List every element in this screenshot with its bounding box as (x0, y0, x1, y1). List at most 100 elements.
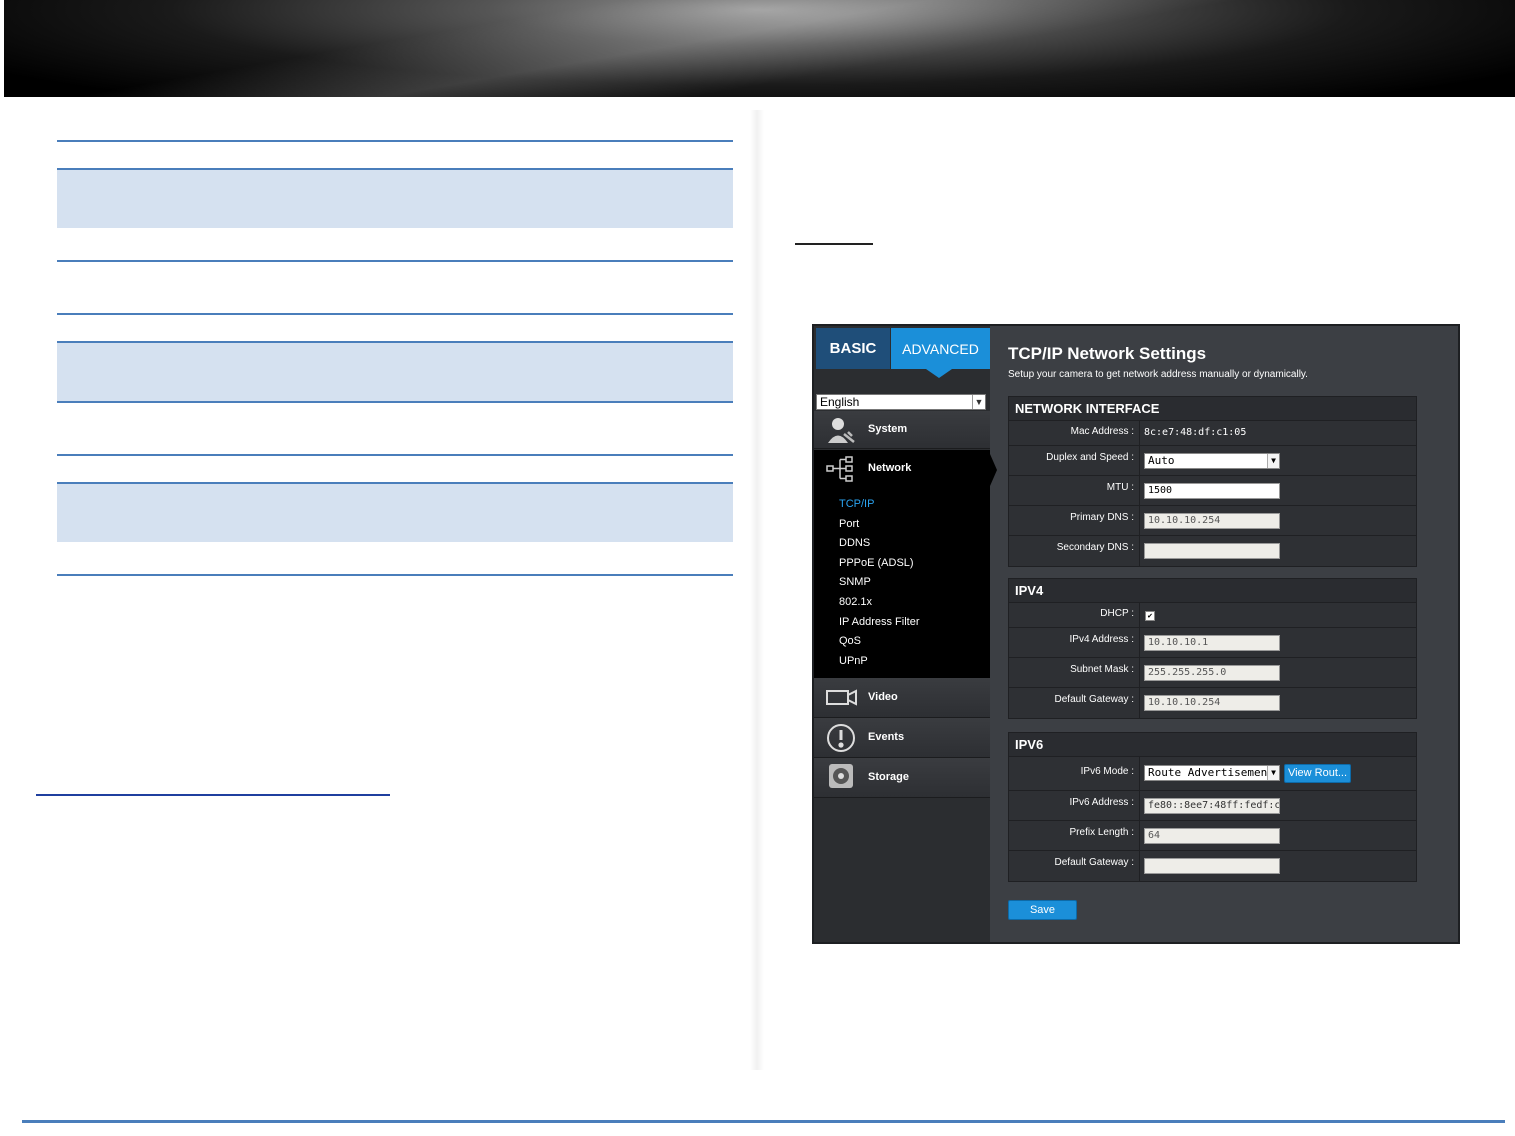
heading-underline (795, 243, 873, 245)
form-row: IPv6 Mode : Route Advertisement ▼ View Ro… (1009, 757, 1416, 791)
form-row: MTU : 1500 (1009, 476, 1416, 506)
field-label: Primary DNS : (1009, 506, 1140, 535)
sidebar-item-label: Storage (868, 771, 909, 783)
ipv6-mode-select[interactable]: Route Advertisement ▼ (1144, 765, 1280, 781)
table-row-shaded (57, 170, 733, 228)
prefix-length-input[interactable]: 64 (1144, 828, 1280, 844)
subitem-pppoe[interactable]: PPPoE (ADSL) (839, 557, 914, 569)
page-subtitle: Setup your camera to get network address… (1008, 369, 1308, 380)
sidebar-item-storage[interactable]: Storage (814, 758, 990, 798)
sidebar-item-events[interactable]: Events (814, 718, 990, 758)
field-label: Mac Address : (1009, 421, 1140, 445)
view-routes-button[interactable]: View Rout... (1284, 764, 1351, 783)
alert-icon (826, 723, 856, 752)
camera-ui-screenshot: BASIC ADVANCED English ▼ System Network … (812, 324, 1460, 944)
ipv6-section: IPV6 IPv6 Mode : Route Advertisement ▼ Vi… (1008, 732, 1417, 882)
form-row: Mac Address : 8c:e7:48:df:c1:05 (1009, 421, 1416, 446)
ipv4-gateway-input[interactable]: 10.10.10.254 (1144, 695, 1280, 711)
ipv4-address-input[interactable]: 10.10.10.1 (1144, 635, 1280, 651)
table-rule (57, 401, 733, 403)
field-label: IPv6 Mode : (1009, 757, 1140, 790)
table-row-shaded (57, 343, 733, 401)
video-camera-icon (826, 683, 857, 711)
system-admin-icon (826, 416, 856, 444)
mtu-input[interactable]: 1500 (1144, 483, 1280, 499)
network-tree-icon (826, 455, 856, 483)
form-row: IPv4 Address : 10.10.10.1 (1009, 628, 1416, 658)
field-label: Prefix Length : (1009, 821, 1140, 850)
form-row: Prefix Length : 64 (1009, 821, 1416, 851)
language-select[interactable]: English ▼ (816, 394, 986, 410)
table-rule (57, 140, 733, 142)
mac-address-value: 8c:e7:48:df:c1:05 (1144, 427, 1247, 438)
footer-rule (22, 1120, 1505, 1123)
link-underline (36, 794, 390, 796)
subnet-mask-input[interactable]: 255.255.255.0 (1144, 665, 1280, 681)
field-label: Duplex and Speed : (1009, 446, 1140, 475)
chevron-down-icon: ▼ (1267, 766, 1279, 780)
secondary-dns-input[interactable] (1144, 543, 1280, 559)
dhcp-checkbox[interactable]: ✔ (1145, 611, 1155, 621)
field-label: Secondary DNS : (1009, 536, 1140, 566)
tab-advanced[interactable]: ADVANCED (891, 328, 990, 369)
subitem-8021x[interactable]: 802.1x (839, 596, 872, 608)
table-rule (57, 313, 733, 315)
subitem-ip-filter[interactable]: IP Address Filter (839, 616, 920, 628)
field-label: Default Gateway : (1009, 851, 1140, 881)
table-rule (57, 341, 733, 343)
form-row: Subnet Mask : 255.255.255.0 (1009, 658, 1416, 688)
form-row: IPv6 Address : fe80::8ee7:48ff:fedf:c105 (1009, 791, 1416, 821)
form-row: Secondary DNS : (1009, 536, 1416, 566)
table-rule (57, 574, 733, 576)
duplex-speed-select[interactable]: Auto ▼ (1144, 453, 1280, 469)
chevron-down-icon: ▼ (1267, 454, 1279, 468)
sidebar-item-video[interactable]: Video (814, 678, 990, 718)
table-rule (57, 454, 733, 456)
sidebar-item-system[interactable]: System (814, 411, 990, 449)
subitem-tcpip[interactable]: TCP/IP (839, 498, 874, 510)
column-divider (750, 110, 764, 1070)
ipv6-mode-value: Route Advertisement (1148, 766, 1274, 779)
primary-dns-input[interactable]: 10.10.10.254 (1144, 513, 1280, 529)
form-row: Default Gateway : (1009, 851, 1416, 881)
ipv4-section: IPV4 DHCP : ✔ IPv4 Address : 10.10.10.1 … (1008, 578, 1417, 719)
sidebar: BASIC ADVANCED English ▼ System Network … (814, 326, 997, 942)
table-rule (57, 168, 733, 170)
sidebar-item-label: Events (868, 731, 905, 743)
form-row: DHCP : ✔ (1009, 603, 1416, 628)
duplex-speed-value: Auto (1148, 454, 1175, 467)
field-label: DHCP : (1009, 603, 1140, 627)
subitem-upnp[interactable]: UPnP (839, 655, 868, 667)
table-row-shaded (57, 484, 733, 542)
chevron-down-icon: ▼ (972, 395, 985, 409)
section-header: IPV6 (1009, 733, 1416, 757)
form-row: Default Gateway : 10.10.10.254 (1009, 688, 1416, 718)
page-title: TCP/IP Network Settings (1008, 344, 1207, 363)
network-interface-section: NETWORK INTERFACE Mac Address : 8c:e7:48… (1008, 396, 1417, 567)
subitem-port[interactable]: Port (839, 518, 859, 530)
form-row: Primary DNS : 10.10.10.254 (1009, 506, 1416, 536)
sidebar-item-network[interactable]: Network (814, 450, 990, 488)
field-label: IPv6 Address : (1009, 791, 1140, 820)
subitem-qos[interactable]: QoS (839, 635, 861, 647)
tab-basic[interactable]: BASIC (816, 328, 890, 369)
form-row: Duplex and Speed : Auto ▼ (1009, 446, 1416, 476)
subitem-snmp[interactable]: SNMP (839, 576, 871, 588)
sidebar-item-label: Network (868, 462, 912, 474)
field-label: Subnet Mask : (1009, 658, 1140, 687)
save-button[interactable]: Save (1008, 900, 1077, 920)
ipv6-gateway-input[interactable] (1144, 858, 1280, 874)
section-header: NETWORK INTERFACE (1009, 397, 1416, 421)
header-banner (4, 0, 1515, 97)
language-value: English (820, 395, 860, 409)
table-rule (57, 482, 733, 484)
storage-disk-icon (826, 763, 856, 791)
ipv6-address-input[interactable]: fe80::8ee7:48ff:fedf:c105 (1144, 798, 1280, 814)
table-rule (57, 260, 733, 262)
sidebar-item-label: System (868, 423, 908, 435)
subitem-ddns[interactable]: DDNS (839, 537, 870, 549)
section-header: IPV4 (1009, 579, 1416, 603)
main-panel: TCP/IP Network Settings Setup your camer… (990, 326, 1458, 942)
active-tab-pointer (926, 369, 952, 378)
sidebar-item-label: Video (868, 691, 898, 703)
